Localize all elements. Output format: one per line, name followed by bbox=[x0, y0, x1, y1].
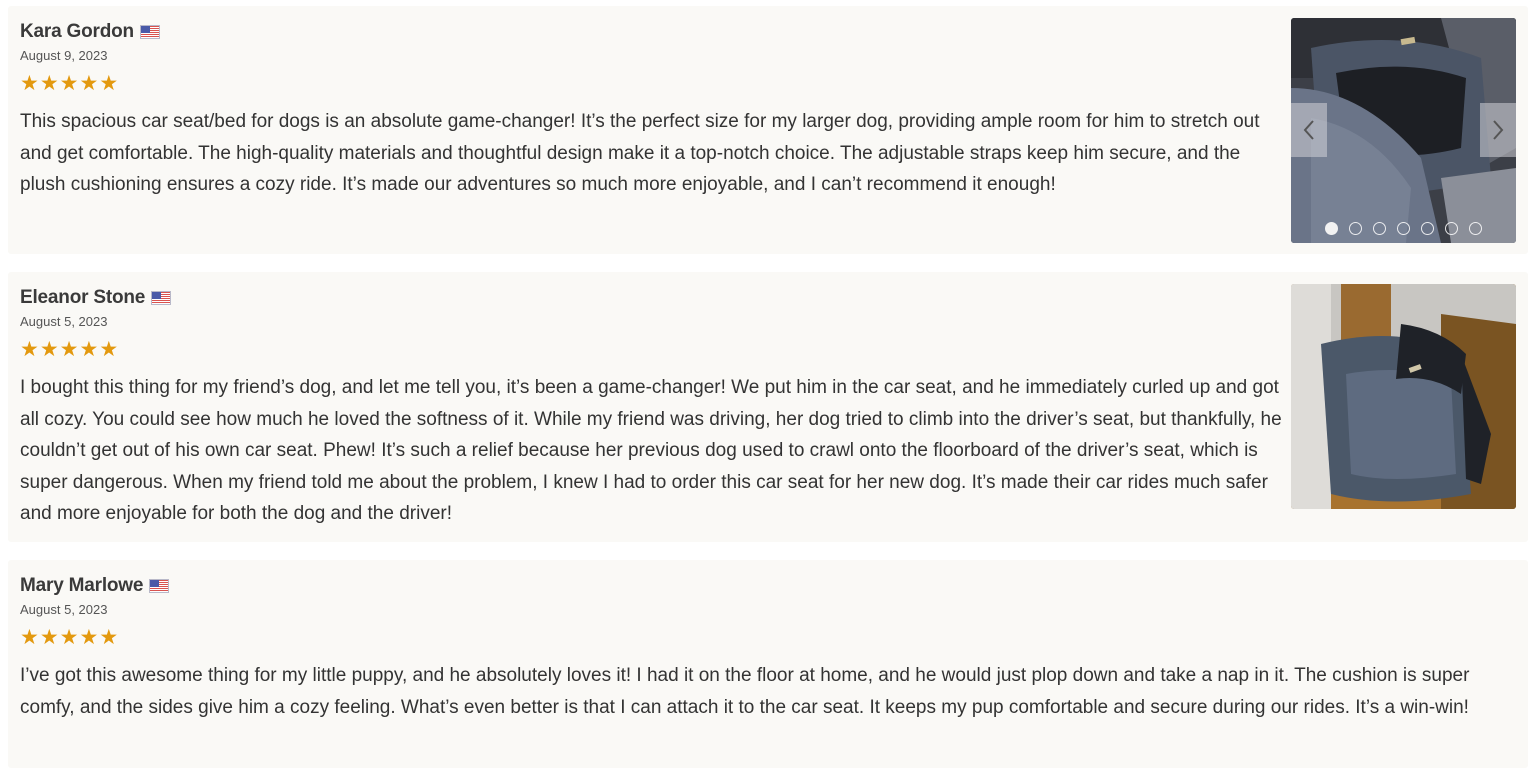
reviewer-name: Kara Gordon bbox=[20, 21, 134, 42]
us-flag-icon bbox=[139, 25, 160, 39]
carousel-dot[interactable] bbox=[1349, 222, 1362, 235]
reviewer-header: Mary Marlowe bbox=[20, 574, 1516, 598]
carousel-next-button[interactable] bbox=[1480, 103, 1516, 157]
carousel-dot[interactable] bbox=[1421, 222, 1434, 235]
carousel-dot[interactable] bbox=[1325, 222, 1338, 235]
star-icon: ★ bbox=[20, 72, 39, 95]
review-card: Mary Marlowe August 5, 2023 ★ ★ ★ ★ ★ I’ve g… bbox=[8, 560, 1528, 768]
carousel-prev-button[interactable] bbox=[1291, 103, 1327, 157]
star-rating: ★ ★ ★ ★ ★ bbox=[20, 626, 1516, 649]
carousel-dot[interactable] bbox=[1445, 222, 1458, 235]
review-photo[interactable] bbox=[1291, 284, 1516, 509]
chevron-left-icon bbox=[1303, 120, 1314, 140]
star-icon: ★ bbox=[59, 626, 79, 649]
carousel-dot[interactable] bbox=[1397, 222, 1410, 235]
star-icon: ★ bbox=[79, 72, 99, 95]
reviewer-name: Eleanor Stone bbox=[20, 287, 146, 308]
star-icon: ★ bbox=[39, 72, 59, 95]
star-icon: ★ bbox=[99, 72, 119, 95]
review-text: This spacious car seat/bed for dogs is a… bbox=[20, 111, 1260, 195]
review-photo-carousel[interactable] bbox=[1291, 18, 1516, 243]
star-icon: ★ bbox=[39, 626, 59, 649]
review-card: Eleanor Stone August 5, 2023 ★ ★ ★ ★ ★ I bou… bbox=[8, 272, 1528, 542]
star-icon: ★ bbox=[20, 626, 39, 649]
chevron-right-icon bbox=[1493, 120, 1504, 140]
star-icon: ★ bbox=[59, 338, 79, 361]
carousel-dot[interactable] bbox=[1469, 222, 1482, 235]
carousel-dots bbox=[1291, 222, 1516, 235]
us-flag-icon bbox=[149, 579, 170, 593]
review-date: August 5, 2023 bbox=[20, 602, 108, 617]
reviewer-name: Mary Marlowe bbox=[20, 575, 144, 596]
star-icon: ★ bbox=[39, 338, 59, 361]
review-photo-container[interactable] bbox=[1291, 284, 1516, 509]
us-flag-icon bbox=[151, 291, 172, 305]
star-icon: ★ bbox=[79, 338, 99, 361]
review-card: Kara Gordon August 9, 2023 ★ ★ ★ ★ ★ This sp… bbox=[8, 6, 1528, 254]
star-icon: ★ bbox=[79, 626, 99, 649]
reviews-list: Kara Gordon August 9, 2023 ★ ★ ★ ★ ★ This sp… bbox=[0, 0, 1536, 768]
star-icon: ★ bbox=[59, 72, 79, 95]
star-icon: ★ bbox=[99, 338, 119, 361]
review-text: I’ve got this awesome thing for my littl… bbox=[20, 665, 1470, 718]
star-icon: ★ bbox=[20, 338, 39, 361]
review-text: I bought this thing for my friend’s dog,… bbox=[20, 377, 1282, 524]
star-icon: ★ bbox=[99, 626, 119, 649]
carousel-dot[interactable] bbox=[1373, 222, 1386, 235]
